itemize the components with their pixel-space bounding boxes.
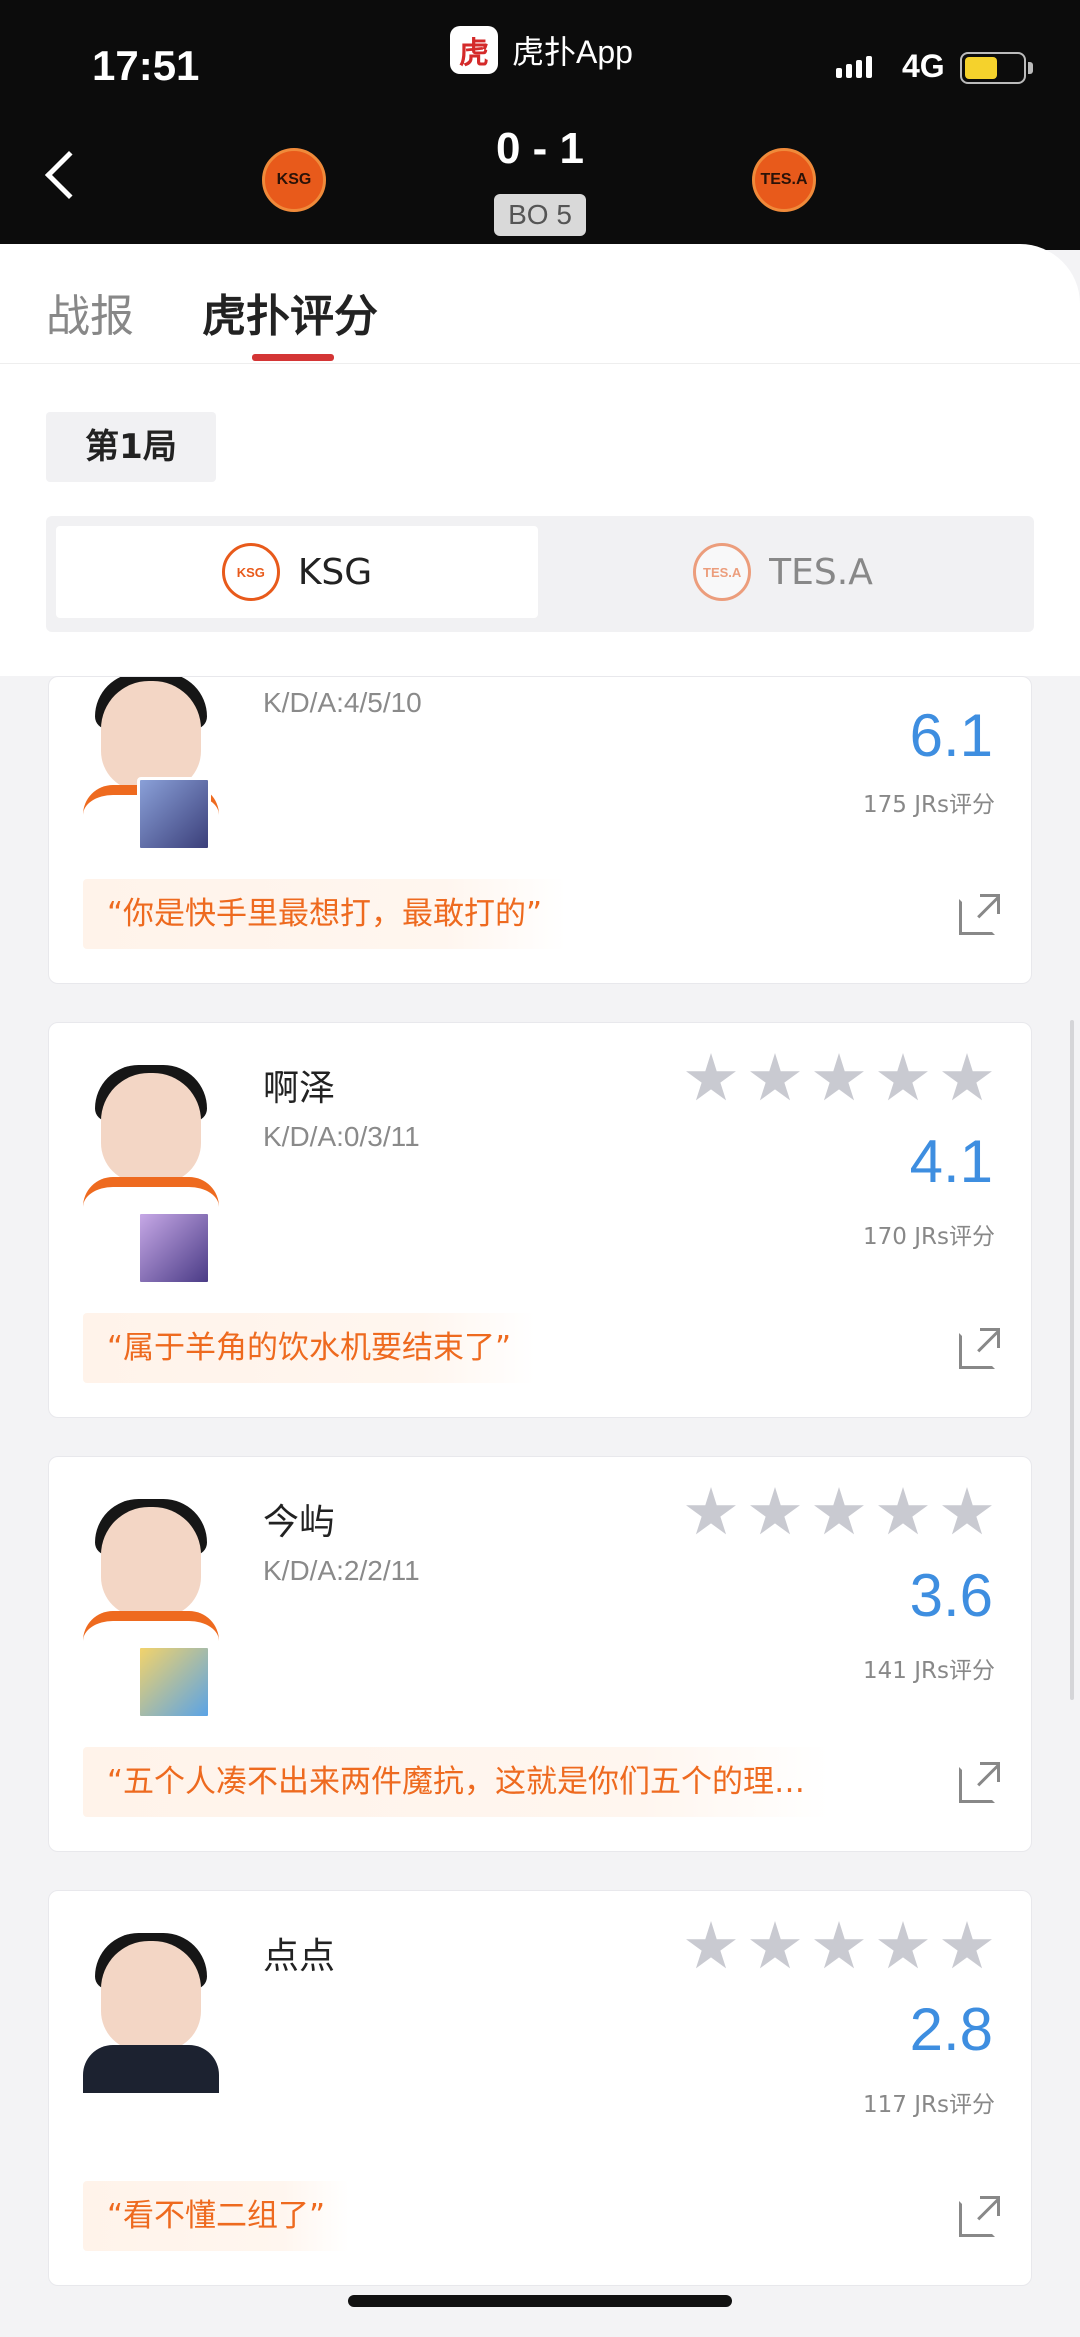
- player-card[interactable]: 点点 2.8 117 JRs评分 “看不懂二组了”: [48, 1890, 1032, 2286]
- hupu-logo-icon: 虎: [450, 26, 498, 74]
- match-header: 17:51 虎 虎扑App 4G KSG 0 - 1 BO 5 TES.A: [0, 0, 1080, 250]
- match-score: 0 - 1: [495, 124, 585, 173]
- player-rating: 6.1: [909, 702, 993, 769]
- team-switch-tes-a[interactable]: TES.A TES.A: [542, 526, 1024, 618]
- battery-icon: [960, 52, 1026, 84]
- star-icon[interactable]: [878, 1487, 928, 1535]
- star-icon[interactable]: [686, 1921, 736, 1969]
- player-rating: 4.1: [909, 1128, 993, 1195]
- player-rating: 3.6: [909, 1562, 993, 1629]
- star-icon[interactable]: [942, 1921, 992, 1969]
- avatar: [83, 1065, 219, 1225]
- tab-hupu-rating[interactable]: 虎扑评分: [202, 280, 378, 344]
- star-icon[interactable]: [686, 1487, 736, 1535]
- star-rating-input[interactable]: [685, 1487, 993, 1539]
- star-icon[interactable]: [814, 1921, 864, 1969]
- network-type: 4G: [902, 48, 945, 84]
- tes-a-logo-text: TES.A: [760, 171, 808, 188]
- signal-icon: [836, 56, 872, 78]
- rating-count: 117 JRs评分: [863, 2092, 995, 2118]
- game-selector-chip[interactable]: 第1局: [46, 412, 216, 482]
- star-icon[interactable]: [686, 1053, 736, 1101]
- home-indicator[interactable]: [348, 2295, 732, 2307]
- player-card[interactable]: 今屿 K/D/A:2/2/11 3.6 141 JRs评分 “五个人凑不出来两件…: [48, 1456, 1032, 1852]
- star-icon[interactable]: [878, 1921, 928, 1969]
- series-format-badge: BO 5: [494, 194, 586, 236]
- tes-a-logo-icon[interactable]: TES.A: [752, 148, 816, 212]
- player-card[interactable]: K/D/A:4/5/10 6.1 175 JRs评分 “你是快手里最想打，最敢打…: [48, 676, 1032, 984]
- top-comment[interactable]: “属于羊角的饮水机要结束了”: [83, 1313, 536, 1383]
- star-icon[interactable]: [750, 1053, 800, 1101]
- share-icon[interactable]: [959, 894, 1000, 935]
- player-rating: 2.8: [909, 1996, 993, 2063]
- top-comment[interactable]: “五个人凑不出来两件魔抗，这就是你们五个的理…: [83, 1747, 830, 1817]
- tab-report[interactable]: 战报: [46, 280, 134, 344]
- tab-bar: 战报 虎扑评分: [0, 244, 1080, 364]
- rating-count: 141 JRs评分: [863, 1658, 995, 1684]
- star-icon[interactable]: [750, 1487, 800, 1535]
- team-switch-tes-a-label: TES.A: [769, 551, 873, 593]
- tes-a-logo-icon: TES.A: [693, 543, 752, 601]
- rating-count: 170 JRs评分: [863, 1224, 995, 1250]
- app-name: 虎扑App: [512, 34, 633, 70]
- share-icon[interactable]: [959, 1762, 1000, 1803]
- share-icon[interactable]: [959, 2196, 1000, 2237]
- player-name: 今屿: [263, 1502, 336, 1543]
- ksg-logo-icon: KSG: [221, 543, 280, 601]
- avatar: [83, 1499, 219, 1659]
- star-icon[interactable]: [814, 1487, 864, 1535]
- player-kda: K/D/A:4/5/10: [263, 687, 422, 718]
- player-name: 点点: [263, 1936, 336, 1977]
- star-icon[interactable]: [814, 1053, 864, 1101]
- star-icon[interactable]: [942, 1487, 992, 1535]
- team-switch-ksg[interactable]: KSG KSG: [56, 526, 538, 618]
- rating-count: 175 JRs评分: [863, 792, 995, 818]
- star-icon[interactable]: [942, 1053, 992, 1101]
- hero-icon: [137, 1211, 211, 1285]
- hero-icon: [137, 777, 211, 851]
- star-icon[interactable]: [750, 1921, 800, 1969]
- active-tab-indicator: [252, 354, 334, 361]
- player-name: 啊泽: [263, 1068, 336, 1109]
- top-comment[interactable]: “你是快手里最想打，最敢打的”: [83, 879, 567, 949]
- share-icon[interactable]: [959, 1328, 1000, 1369]
- hero-icon: [137, 1645, 211, 1719]
- player-kda: K/D/A:2/2/11: [263, 1555, 420, 1586]
- avatar: [83, 1933, 219, 2093]
- star-icon[interactable]: [878, 1053, 928, 1101]
- status-time: 17:51: [92, 42, 200, 89]
- star-rating-input[interactable]: [685, 1921, 993, 1973]
- scrollbar[interactable]: [1070, 1020, 1074, 1700]
- top-comment[interactable]: “看不懂二组了”: [83, 2181, 350, 2251]
- team-switch: KSG KSG TES.A TES.A: [46, 516, 1034, 632]
- rating-panel: 战报 虎扑评分 第1局 KSG KSG TES.A TES.A: [0, 244, 1080, 676]
- player-card[interactable]: 啊泽 K/D/A:0/3/11 4.1 170 JRs评分 “属于羊角的饮水机要…: [48, 1022, 1032, 1418]
- player-kda: K/D/A:0/3/11: [263, 1121, 420, 1152]
- app-badge[interactable]: 虎 虎扑App: [450, 26, 633, 74]
- team-switch-ksg-label: KSG: [297, 551, 373, 593]
- star-rating-input[interactable]: [685, 1053, 993, 1105]
